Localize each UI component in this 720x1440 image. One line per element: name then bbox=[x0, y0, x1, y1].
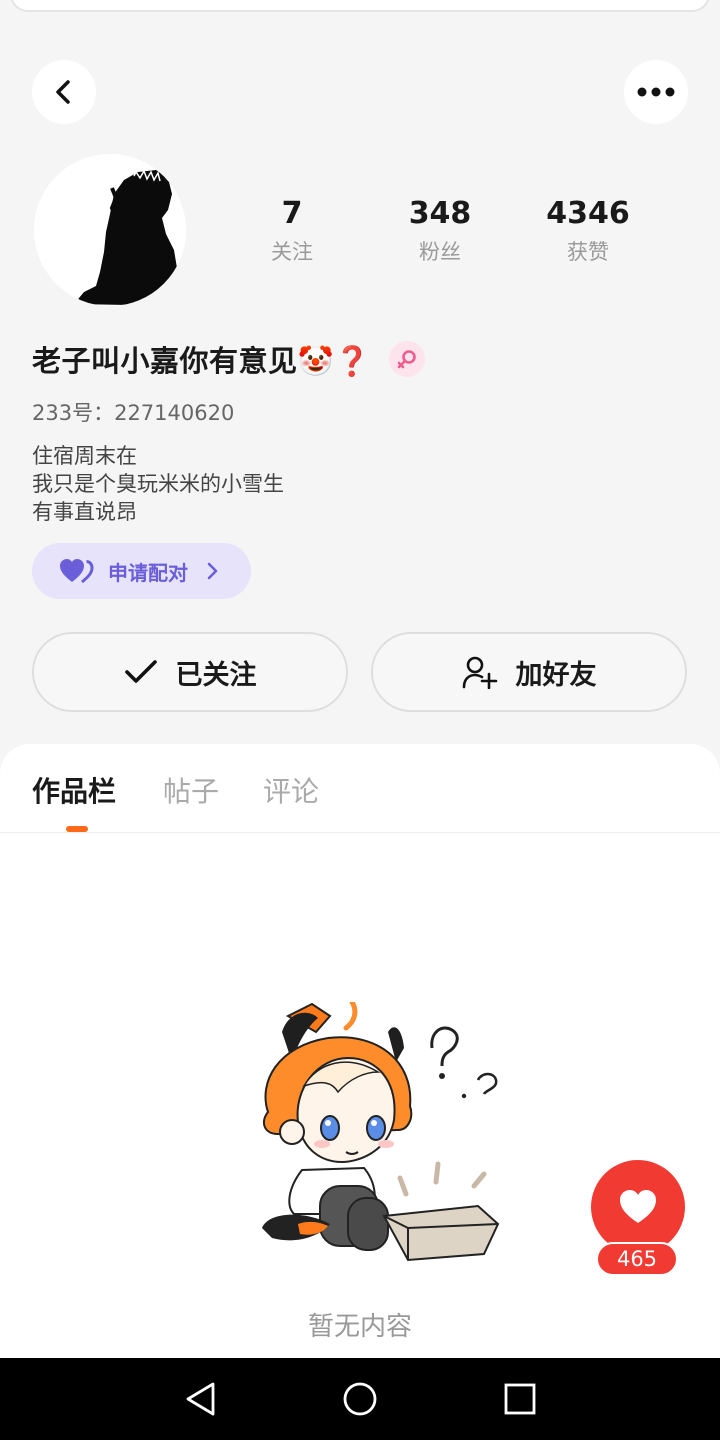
tab-works[interactable]: 作品栏 bbox=[32, 770, 116, 810]
username: 老子叫小嘉你有意见🤡❓ bbox=[32, 344, 371, 378]
tab-posts[interactable]: 帖子 bbox=[163, 770, 219, 810]
stat-following-value: 7 bbox=[281, 196, 303, 231]
stat-fans-value: 348 bbox=[408, 196, 472, 231]
stat-likes-value: 4346 bbox=[546, 196, 630, 231]
followed-label: 已关注 bbox=[175, 659, 257, 691]
chevron-right-icon bbox=[207, 562, 218, 580]
tab-bar: 作品栏 帖子 评论 bbox=[0, 744, 720, 833]
more-button[interactable] bbox=[624, 60, 688, 124]
nav-home-button[interactable] bbox=[340, 1379, 380, 1419]
chevron-left-icon bbox=[56, 80, 70, 104]
nav-back-button[interactable] bbox=[180, 1379, 220, 1419]
tab-active-indicator bbox=[66, 826, 88, 832]
stat-following[interactable]: 7 关注 bbox=[232, 196, 352, 266]
followed-button[interactable]: 已关注 bbox=[32, 632, 348, 712]
add-user-icon bbox=[462, 656, 497, 689]
empty-state-text: 暂无内容 bbox=[307, 1312, 412, 1342]
square-recents-icon bbox=[504, 1383, 536, 1415]
apply-pair-label: 申请配对 bbox=[108, 560, 188, 585]
like-button[interactable] bbox=[591, 1160, 685, 1254]
stat-likes[interactable]: 4346 获赞 bbox=[528, 196, 648, 266]
top-card-edge bbox=[10, 0, 710, 12]
bio-line: 住宿周末在 bbox=[32, 444, 137, 468]
stat-following-label: 关注 bbox=[271, 240, 313, 264]
more-dots-icon bbox=[637, 87, 675, 97]
double-heart-icon bbox=[60, 559, 94, 584]
name-row: 老子叫小嘉你有意见🤡❓ bbox=[32, 338, 425, 380]
empty-state-illustration bbox=[262, 1002, 500, 1262]
bio: 住宿周末在 我只是个臭玩米米的小雪生 有事直说昂 bbox=[32, 442, 284, 526]
add-friend-button[interactable]: 加好友 bbox=[371, 632, 687, 712]
system-nav-bar bbox=[0, 1358, 720, 1440]
stat-fans[interactable]: 348 粉丝 bbox=[380, 196, 500, 266]
like-count: 465 bbox=[596, 1242, 678, 1276]
check-icon bbox=[124, 660, 157, 683]
tab-comments[interactable]: 评论 bbox=[263, 770, 319, 810]
circle-home-icon bbox=[343, 1382, 377, 1416]
female-symbol-icon bbox=[397, 350, 416, 369]
bio-line: 有事直说昂 bbox=[32, 500, 137, 524]
gender-badge bbox=[388, 341, 425, 377]
triangle-back-icon bbox=[186, 1382, 215, 1416]
stat-likes-label: 获赞 bbox=[567, 240, 609, 264]
avatar-silhouette-image bbox=[34, 154, 186, 306]
bio-line: 我只是个臭玩米米的小雪生 bbox=[32, 472, 284, 496]
user-id: 233号：227140620 bbox=[32, 401, 235, 425]
back-button[interactable] bbox=[32, 60, 96, 124]
avatar[interactable] bbox=[34, 154, 186, 306]
stat-fans-label: 粉丝 bbox=[419, 240, 461, 264]
add-friend-label: 加好友 bbox=[515, 659, 597, 691]
apply-pair-button[interactable]: 申请配对 bbox=[32, 543, 251, 599]
nav-recents-button[interactable] bbox=[500, 1379, 540, 1419]
heart-icon bbox=[620, 1190, 656, 1223]
